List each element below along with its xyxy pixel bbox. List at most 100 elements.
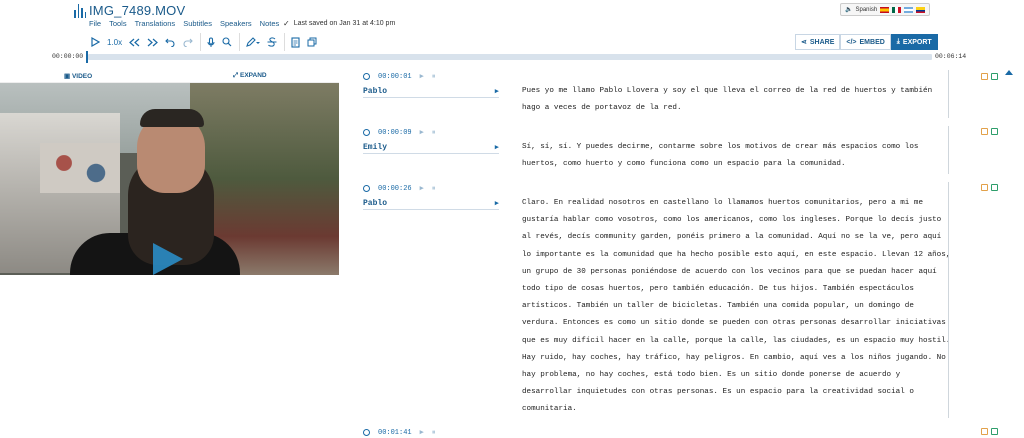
playhead-handle[interactable] — [86, 51, 88, 63]
timestamp-text: 00:00:01 — [378, 72, 412, 81]
caret-right-icon: ▶ — [494, 88, 499, 96]
bookmark-icon[interactable] — [991, 128, 998, 135]
language-selector[interactable]: 🔈 Spanish — [840, 3, 930, 16]
microphone-icon — [207, 36, 215, 47]
embed-button[interactable]: </> EMBED — [840, 34, 891, 50]
speaker-name: Pablo — [363, 87, 388, 96]
video-tab[interactable]: ▣ VIDEO — [64, 72, 92, 80]
video-frame-graffiti — [40, 143, 120, 193]
segment-divider — [948, 182, 949, 418]
undo-button[interactable] — [161, 33, 179, 51]
clock-icon — [363, 129, 370, 136]
total-time: 00:06:14 — [935, 53, 967, 60]
toolbar: 1.0x — [86, 33, 321, 51]
timestamp-text: 00:00:09 — [378, 128, 412, 137]
play-button[interactable] — [86, 33, 104, 51]
speaker-name: Emily — [363, 143, 388, 152]
redo-button[interactable] — [179, 33, 197, 51]
segment-text[interactable]: Claro. En realidad nosotros en castellan… — [522, 195, 952, 419]
code-icon: </> — [846, 38, 857, 46]
save-status-text: Last saved on Jan 31 at 4:10 pm — [293, 20, 396, 27]
notes-button[interactable] — [284, 33, 303, 51]
export-button[interactable]: ⤓ EXPORT — [890, 34, 938, 50]
timestamp-text: 00:00:26 — [378, 184, 412, 193]
play-segment-icon[interactable]: ▶ — [420, 128, 424, 137]
copy-button[interactable] — [303, 33, 321, 51]
menu-translations[interactable]: Translations — [135, 19, 176, 28]
bookmark-icon[interactable] — [991, 73, 998, 80]
undo-icon — [165, 38, 175, 47]
clock-icon — [363, 185, 370, 192]
speaker-selector[interactable]: Pablo ▶ — [363, 86, 499, 98]
speaker-selector[interactable]: Emily ▶ — [363, 142, 499, 154]
expand-button[interactable]: ⤢ EXPAND — [233, 72, 267, 80]
pause-segment-icon[interactable]: ⏸ — [432, 73, 436, 81]
playback-speed-button[interactable]: 1.0x — [104, 33, 125, 51]
pen-icon — [246, 37, 261, 47]
search-button[interactable] — [218, 33, 236, 51]
speaker-name: Pablo — [363, 199, 388, 208]
highlight-button[interactable] — [239, 33, 263, 51]
speaker-selector[interactable]: Pablo ▶ — [363, 198, 499, 210]
pause-segment-icon[interactable]: ⏸ — [432, 185, 436, 193]
segment-note-icons — [981, 184, 998, 191]
segment-timestamp[interactable]: 00:00:01 ▶ ⏸ — [363, 72, 435, 81]
comment-icon[interactable] — [981, 428, 988, 435]
bookmark-icon[interactable] — [991, 184, 998, 191]
segment-text[interactable]: Sí, sí, sí. Y puedes decirme, contarme s… — [522, 139, 952, 173]
play-icon — [90, 37, 100, 47]
segment-timestamp[interactable]: 00:00:26 ▶ ⏸ — [363, 184, 435, 193]
share-actions: ⋖ SHARE </> EMBED ⤓ EXPORT — [795, 34, 938, 50]
share-label: SHARE — [809, 38, 835, 46]
play-segment-icon[interactable]: ▶ — [420, 428, 424, 437]
bookmark-icon[interactable] — [991, 428, 998, 435]
scroll-up-icon[interactable] — [1005, 70, 1013, 75]
play-segment-icon[interactable]: ▶ — [420, 72, 424, 81]
check-icon: ✓ — [283, 19, 290, 28]
strikethrough-button[interactable] — [263, 33, 281, 51]
comment-icon[interactable] — [981, 128, 988, 135]
fast-forward-icon — [147, 38, 158, 46]
pause-segment-icon[interactable]: ⏸ — [432, 129, 436, 137]
segment-timestamp[interactable]: 00:01:41 ▶ ⏸ — [363, 428, 435, 437]
timestamp-text: 00:01:41 — [378, 428, 412, 437]
segment-text[interactable]: Pues yo me llamo Pablo Llovera y soy el … — [522, 83, 952, 117]
export-label: EXPORT — [902, 38, 932, 46]
comment-icon[interactable] — [981, 184, 988, 191]
flag-mexico-icon — [892, 6, 902, 13]
pause-segment-icon[interactable]: ⏸ — [432, 429, 436, 437]
flag-argentina-icon — [904, 6, 914, 13]
share-button[interactable]: ⋖ SHARE — [795, 34, 841, 50]
menu-tools[interactable]: Tools — [109, 19, 127, 28]
microphone-button[interactable] — [200, 33, 218, 51]
menu-bar: File Tools Translations Subtitles Speake… — [89, 19, 279, 28]
current-time: 00:00:00 — [52, 53, 84, 60]
menu-speakers[interactable]: Speakers — [220, 19, 252, 28]
video-play-icon[interactable] — [153, 243, 183, 275]
menu-file[interactable]: File — [89, 19, 101, 28]
video-player[interactable] — [0, 83, 339, 275]
speaker-icon: 🔈 — [845, 7, 853, 13]
rewind-icon — [128, 38, 140, 46]
segment-note-icons — [981, 128, 998, 135]
segment-timestamp[interactable]: 00:00:09 ▶ ⏸ — [363, 128, 435, 137]
comment-icon[interactable] — [981, 73, 988, 80]
copy-icon — [307, 37, 317, 47]
segment-note-icons — [981, 428, 998, 435]
file-title: IMG_7489.MOV — [89, 3, 186, 18]
caret-right-icon: ▶ — [494, 144, 499, 152]
menu-notes[interactable]: Notes — [260, 19, 280, 28]
flag-spain-icon — [880, 6, 890, 13]
document-icon — [291, 36, 300, 48]
rewind-button[interactable] — [125, 33, 143, 51]
timeline-scrubber[interactable] — [88, 54, 932, 60]
caret-right-icon: ▶ — [494, 200, 499, 208]
video-tab-label: VIDEO — [71, 73, 93, 80]
segment-note-icons — [981, 73, 998, 80]
video-frame-person-cap — [140, 109, 204, 127]
menu-subtitles[interactable]: Subtitles — [183, 19, 212, 28]
fast-forward-button[interactable] — [143, 33, 161, 51]
play-segment-icon[interactable]: ▶ — [420, 184, 424, 193]
app-header: IMG_7489.MOV File Tools Translations Sub… — [0, 0, 1024, 66]
video-panel-header: ▣ VIDEO ⤢ EXPAND — [0, 68, 339, 83]
